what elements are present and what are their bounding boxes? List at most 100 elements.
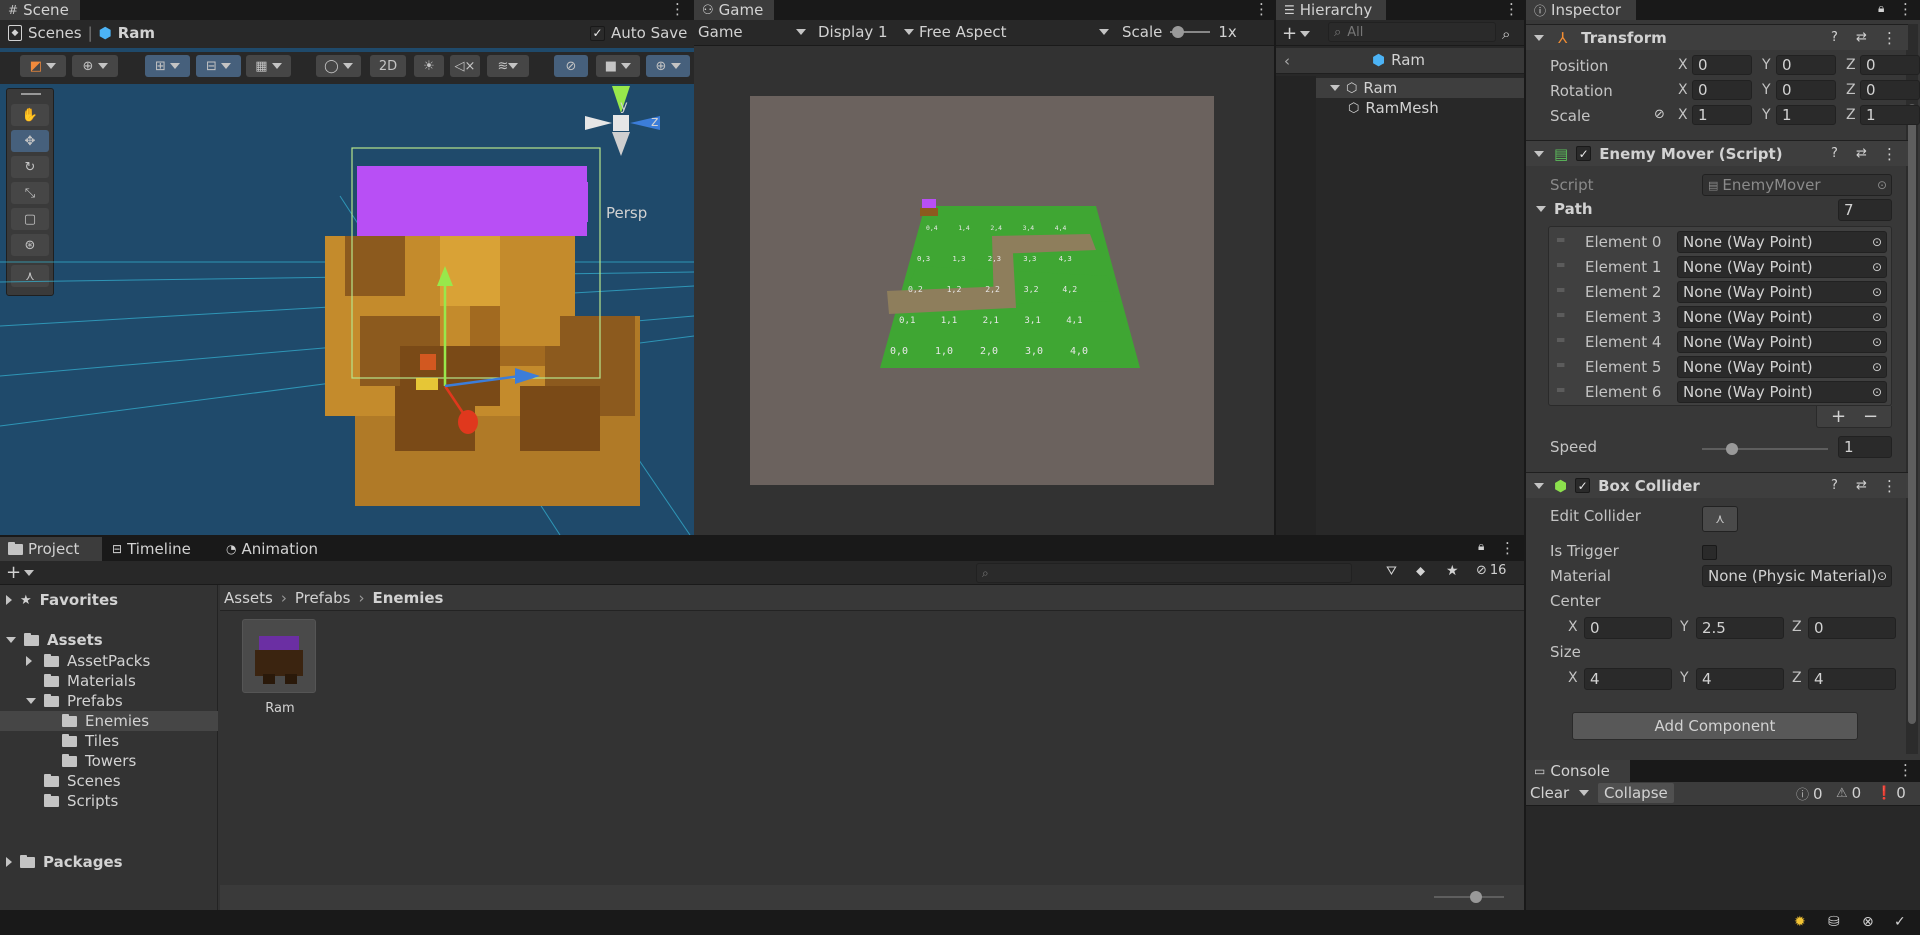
edit-collider-button[interactable]: ⋏ bbox=[1702, 506, 1738, 532]
component-menu-icon[interactable]: ⋮ bbox=[1882, 477, 1897, 495]
gizmos-dropdown[interactable]: ⊕ bbox=[646, 55, 690, 77]
assets-foldout[interactable]: Assets bbox=[6, 631, 103, 649]
collapse-toggle[interactable]: Collapse bbox=[1598, 783, 1674, 803]
progress-check-icon[interactable]: ✓ bbox=[1894, 914, 1906, 930]
hierarchy-menu-icon[interactable]: ⋮ bbox=[1504, 0, 1519, 18]
component-menu-icon[interactable]: ⋮ bbox=[1882, 145, 1897, 163]
breadcrumb-prefabs[interactable]: Prefabs bbox=[295, 589, 351, 607]
preset-icon[interactable]: ⇄ bbox=[1856, 146, 1867, 161]
render-mode-dropdown[interactable]: ◯ bbox=[316, 55, 361, 77]
position-x-field[interactable]: 0 bbox=[1692, 55, 1752, 75]
hierarchy-add-button[interactable]: + bbox=[1282, 23, 1311, 44]
clear-dropdown[interactable]: Clear bbox=[1530, 784, 1590, 802]
warning-count-toggle[interactable]: ⚠ 0 bbox=[1836, 784, 1861, 802]
game-mode-dropdown[interactable]: Game bbox=[698, 23, 806, 41]
aspect-dropdown[interactable]: Free Aspect bbox=[919, 23, 1109, 41]
icon-size-thumb[interactable] bbox=[1470, 891, 1482, 903]
folder-item-prefabs[interactable]: Prefabs bbox=[0, 691, 218, 711]
scale-x-field[interactable]: 1 bbox=[1692, 105, 1752, 125]
drag-handle-icon[interactable]: ═ bbox=[1557, 383, 1564, 397]
center-z-field[interactable]: 0 bbox=[1808, 617, 1896, 639]
help-icon[interactable]: ? bbox=[1831, 30, 1838, 45]
asset-item-ram[interactable]: Ram bbox=[240, 619, 320, 719]
path-element-field[interactable]: None (Way Point) ⊙ bbox=[1677, 381, 1887, 403]
breadcrumb-object[interactable]: Ram bbox=[118, 24, 155, 42]
scene-visibility-toggle[interactable]: ⊘ bbox=[554, 55, 588, 77]
scale-slider[interactable] bbox=[1170, 26, 1211, 38]
component-menu-icon[interactable]: ⋮ bbox=[1882, 29, 1897, 47]
object-picker-icon[interactable]: ⊙ bbox=[1872, 285, 1882, 299]
game-viewport[interactable]: 0,0 1,0 2,0 3,0 4,0 0,1 1,1 2,1 3,1 4,1 0,2 1,2 2,2 3… bbox=[750, 96, 1214, 485]
path-size-field[interactable]: 7 bbox=[1838, 199, 1892, 221]
gizmo-globe-dropdown[interactable]: ⊕ bbox=[72, 55, 118, 77]
breadcrumb-enemies[interactable]: Enemies bbox=[373, 589, 444, 607]
center-y-field[interactable]: 2.5 bbox=[1696, 617, 1784, 639]
drag-handle-icon[interactable]: ═ bbox=[1557, 333, 1564, 347]
breadcrumb-scenes[interactable]: Scenes bbox=[28, 24, 82, 42]
drag-handle-icon[interactable]: ═ bbox=[1557, 358, 1564, 372]
path-element-field[interactable]: None (Way Point) ⊙ bbox=[1677, 256, 1887, 278]
object-picker-icon[interactable]: ⊙ bbox=[1872, 360, 1882, 374]
folder-item-enemies[interactable]: Enemies bbox=[0, 711, 218, 731]
scale-z-field[interactable]: 1 bbox=[1860, 105, 1920, 125]
folder-item-scripts[interactable]: Scripts bbox=[0, 791, 218, 811]
expand-arrow-icon[interactable] bbox=[1330, 85, 1340, 91]
hidden-packages-toggle[interactable]: ⊘ 16 bbox=[1476, 563, 1506, 578]
rotation-x-field[interactable]: 0 bbox=[1692, 80, 1752, 100]
tab-console[interactable]: ▭ Console bbox=[1526, 760, 1630, 782]
tab-hierarchy[interactable]: ☰ Hierarchy bbox=[1276, 0, 1386, 20]
folder-item-materials[interactable]: Materials bbox=[0, 671, 218, 691]
lighting-status-icon[interactable]: ✹ bbox=[1794, 914, 1806, 930]
toggle-2d-button[interactable]: 2D bbox=[370, 55, 406, 77]
tab-game[interactable]: ⚇ Game bbox=[694, 0, 774, 20]
path-element-field[interactable]: None (Way Point) ⊙ bbox=[1677, 331, 1887, 353]
error-count-toggle[interactable]: ❗ 0 bbox=[1876, 784, 1906, 802]
scale-slider-thumb[interactable] bbox=[1172, 26, 1185, 38]
path-element-field[interactable]: None (Way Point) ⊙ bbox=[1677, 356, 1887, 378]
speed-field[interactable]: 1 bbox=[1838, 436, 1892, 458]
constrain-proportions-icon[interactable]: ⊘ bbox=[1654, 107, 1665, 122]
icon-size-slider[interactable] bbox=[1434, 891, 1504, 903]
persp-label[interactable]: Persp bbox=[606, 204, 647, 222]
is-trigger-checkbox[interactable] bbox=[1702, 545, 1717, 560]
grid-visibility-dropdown[interactable]: ▦ bbox=[246, 55, 291, 77]
search-by-type-icon[interactable]: ⛛ bbox=[1386, 564, 1397, 579]
info-count-toggle[interactable]: ⓘ 0 bbox=[1796, 784, 1823, 804]
size-x-field[interactable]: 4 bbox=[1584, 668, 1672, 690]
object-picker-icon[interactable]: ⊙ bbox=[1872, 235, 1882, 249]
effects-dropdown[interactable]: ≋ bbox=[487, 55, 529, 77]
camera-dropdown[interactable]: ■ bbox=[596, 55, 640, 77]
inspector-menu-icon[interactable]: ⋮ bbox=[1898, 0, 1913, 18]
path-element-field[interactable]: None (Way Point) ⊙ bbox=[1677, 306, 1887, 328]
project-menu-icon[interactable]: ⋮ bbox=[1500, 539, 1515, 557]
folder-item-tiles[interactable]: Tiles bbox=[0, 731, 218, 751]
network-off-icon[interactable]: ⊗ bbox=[1862, 914, 1874, 930]
scale-y-field[interactable]: 1 bbox=[1776, 105, 1836, 125]
cache-server-icon[interactable]: ⛁ bbox=[1828, 914, 1840, 930]
position-z-field[interactable]: 0 bbox=[1860, 55, 1920, 75]
lock-icon[interactable]: 🔒︎ bbox=[1478, 539, 1484, 554]
project-add-button[interactable]: + bbox=[6, 562, 35, 583]
auto-save-checkbox[interactable]: ✓ bbox=[590, 25, 605, 41]
draw-mode-dropdown[interactable]: ◩ bbox=[20, 55, 66, 77]
breadcrumb-assets[interactable]: Assets bbox=[224, 589, 273, 607]
hierarchy-filter-icon[interactable]: ⌕ bbox=[1502, 25, 1510, 43]
size-z-field[interactable]: 4 bbox=[1808, 668, 1896, 690]
drag-handle-icon[interactable]: ═ bbox=[1557, 258, 1564, 272]
folder-item-towers[interactable]: Towers bbox=[0, 751, 218, 771]
remove-element-button[interactable]: − bbox=[1863, 406, 1878, 427]
object-picker-icon[interactable]: ⊙ bbox=[1872, 310, 1882, 324]
scene-viewport[interactable]: z y Persp bbox=[0, 86, 694, 535]
add-element-button[interactable]: + bbox=[1831, 406, 1846, 427]
box-collider-header[interactable]: ⬢ ✓ Box Collider ? ⇄ ⋮ bbox=[1526, 472, 1908, 498]
preset-icon[interactable]: ⇄ bbox=[1856, 478, 1867, 493]
ram-model[interactable] bbox=[325, 147, 640, 506]
favorite-star-icon[interactable]: ★ bbox=[1446, 563, 1459, 579]
scene-menu-icon[interactable]: ⋮ bbox=[670, 0, 685, 18]
display-dropdown[interactable]: Display 1 bbox=[818, 23, 914, 41]
tab-timeline[interactable]: ⊟ Timeline bbox=[104, 537, 199, 561]
object-picker-icon[interactable]: ⊙ bbox=[1872, 385, 1882, 399]
help-icon[interactable]: ? bbox=[1831, 478, 1838, 493]
lighting-toggle[interactable]: ☀ bbox=[414, 55, 444, 77]
hierarchy-item-rammesh[interactable]: ⬡ RamMesh bbox=[1316, 98, 1524, 118]
